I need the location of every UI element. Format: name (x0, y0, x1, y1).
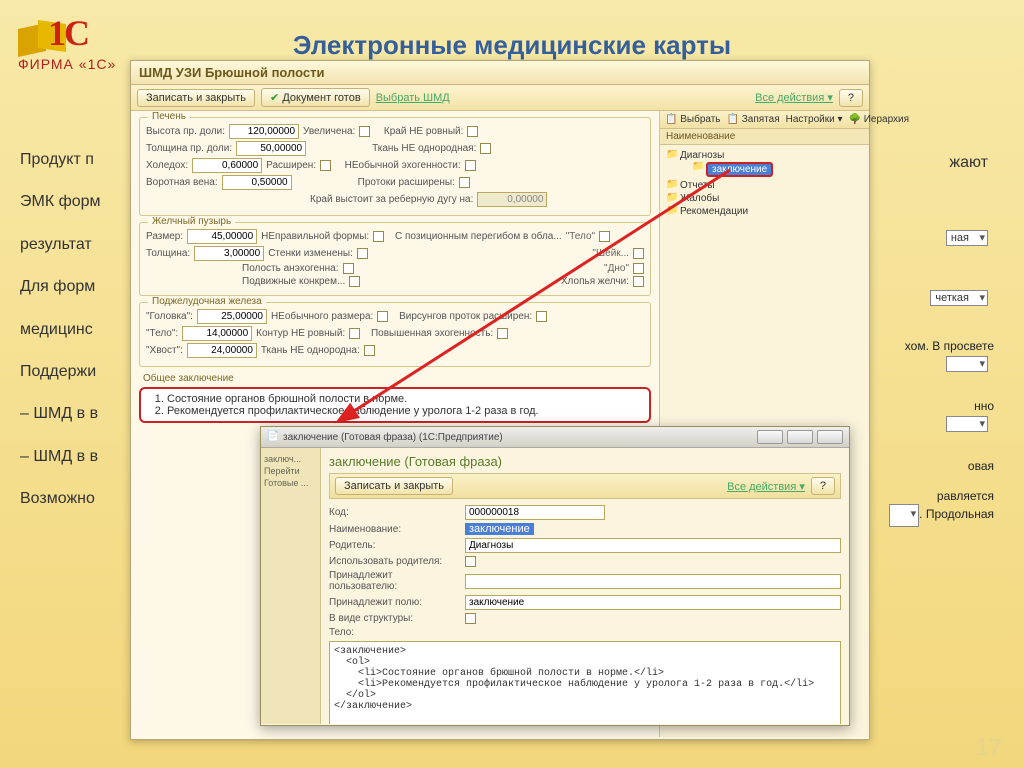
field-owner[interactable] (465, 574, 841, 589)
app-icon: 📄 (267, 431, 279, 443)
chk-z-nepr-forma[interactable] (373, 231, 384, 242)
tree-rekomendacii[interactable]: Рекомендации (666, 205, 863, 218)
conclusion-item-2: Рекомендуется профилактическое наблюдени… (167, 405, 641, 417)
toolbar-main: Записать и закрыть Документ готов Выбрат… (131, 85, 869, 111)
chk-z-anehog[interactable] (343, 263, 354, 274)
select-chetkaya[interactable]: четкая (930, 290, 988, 306)
group-pechen: Печень Высота пр. доли: Увеличена: Край … (139, 117, 651, 216)
chk-z-konkrem[interactable] (349, 276, 360, 287)
chk-kray-nerov[interactable] (467, 126, 478, 137)
minimize-button[interactable] (757, 430, 783, 444)
input-holedoh[interactable] (192, 158, 262, 173)
input-kray-za-reb[interactable] (477, 192, 547, 207)
w2-save-close-button[interactable]: Записать и закрыть (335, 477, 453, 495)
input-vys-pr-doli[interactable] (229, 124, 299, 139)
frag-prosvete: хом. В просвете (905, 336, 994, 356)
chk-pj-povysh-echo[interactable] (497, 328, 508, 339)
right-col-head: Наименование (660, 129, 869, 145)
tree-zaklyuchenie[interactable]: заключение (692, 161, 863, 178)
side-gotovye[interactable]: Готовые ... (264, 478, 317, 488)
maximize-button[interactable] (787, 430, 813, 444)
frag-ovaya: овая (968, 456, 994, 476)
field-name-highlight[interactable]: заключение (465, 523, 534, 535)
chk-uvelichena[interactable] (359, 126, 370, 137)
chk-neobych-echo[interactable] (465, 160, 476, 171)
select-blank-2[interactable] (946, 416, 988, 432)
window2-titlebar: 📄 заключение (Готовая фраза) (1С:Предпри… (261, 427, 849, 448)
input-vorotnaya[interactable] (222, 175, 292, 190)
save-close-button[interactable]: Записать и закрыть (137, 89, 255, 107)
window-zaklyuchenie-phrase: 📄 заключение (Готовая фраза) (1С:Предпри… (260, 426, 850, 726)
window2-heading: заключение (Готовая фраза) (329, 454, 841, 469)
chk-pj-tkan[interactable] (364, 345, 375, 356)
right-settings[interactable]: Настройки ▾ (786, 114, 843, 125)
all-actions-menu[interactable]: Все действия ▾ (755, 91, 833, 104)
choose-shmd-link[interactable]: Выбрать ШМД (376, 92, 450, 104)
group-zhelch: Желчный пузырь Размер: НЕправильной форм… (139, 222, 651, 296)
window2-sidebar: заключ... Перейти Готовые ... (261, 448, 321, 724)
group-label-zhelch: Желчный пузырь (148, 216, 235, 227)
doc-ready-button[interactable]: Документ готов (261, 88, 370, 107)
input-z-razmer[interactable] (187, 229, 257, 244)
right-tree[interactable]: Диагнозы заключение Отчеты Жалобы Рекоме… (660, 145, 869, 222)
field-parent[interactable] (465, 538, 841, 553)
frag-nno: нно (974, 396, 994, 416)
tree-zhaloby[interactable]: Жалобы (666, 192, 863, 205)
chk-z-sheyka[interactable] (633, 248, 644, 259)
right-hierarchy[interactable]: 🌳 Иерархия (848, 114, 909, 125)
input-pj-telo[interactable] (182, 326, 252, 341)
chk-pj-neobych[interactable] (377, 311, 388, 322)
conclusion-box: Состояние органов брюшной полости в норм… (139, 387, 651, 423)
body-xml-textarea[interactable]: <заключение> <ol> <li>Состояние органов … (329, 641, 841, 724)
window-title: ШМД УЗИ Брюшной полости (131, 61, 869, 85)
chk-use-parent[interactable] (465, 556, 476, 567)
fragment-zhaut: жают (949, 154, 988, 172)
input-pj-golovka[interactable] (197, 309, 267, 324)
conclusion-item-1: Состояние органов брюшной полости в норм… (167, 393, 641, 405)
chk-z-stenki[interactable] (357, 248, 368, 259)
side-zakl[interactable]: заключ... (264, 454, 317, 464)
input-pj-hvost[interactable] (187, 343, 257, 358)
window2-title: заключение (Готовая фраза) (1С:Предприят… (283, 432, 753, 443)
chk-rasshiren[interactable] (320, 160, 331, 171)
input-tol-pr-doli[interactable] (236, 141, 306, 156)
page-number: 17 (975, 734, 1002, 762)
right-comma[interactable]: 📋 Запятая (727, 114, 780, 125)
w2-all-actions[interactable]: Все действия ▾ (727, 480, 805, 493)
chk-pj-kontur[interactable] (349, 328, 360, 339)
field-code[interactable] (465, 505, 605, 520)
chk-z-peregib-telo[interactable] (599, 231, 610, 242)
chk-z-hlopya[interactable] (633, 276, 644, 287)
tree-otchety[interactable]: Отчеты (666, 179, 863, 192)
close-button[interactable] (817, 430, 843, 444)
field-belongs-to[interactable] (465, 595, 841, 610)
group-label-podzh: Поджелудочная железа (148, 296, 266, 307)
tree-diagnozy[interactable]: Диагнозы заключение (666, 149, 863, 179)
group-podzh: Поджелудочная железа "Головка": НЕобычно… (139, 302, 651, 367)
chk-protoki-rassh[interactable] (459, 177, 470, 188)
chk-z-dno[interactable] (633, 263, 644, 274)
chk-as-structure[interactable] (465, 613, 476, 624)
help-button[interactable]: ? (839, 89, 863, 107)
select-naya[interactable]: ная (946, 230, 988, 246)
group-conclusion-label: Общее заключение (143, 373, 651, 384)
input-z-tolshina[interactable] (194, 246, 264, 261)
select-blank-1[interactable] (946, 356, 988, 372)
group-label-pechen: Печень (148, 111, 190, 122)
select-blank-3[interactable] (889, 504, 919, 527)
chk-tkan-neodn[interactable] (480, 143, 491, 154)
side-pereiti[interactable]: Перейти (264, 466, 317, 476)
right-choose[interactable]: 📋 Выбрать (665, 114, 721, 125)
slide-title: Электронные медицинские карты (0, 30, 1024, 61)
w2-help-button[interactable]: ? (811, 477, 835, 495)
chk-pj-virsungov[interactable] (536, 311, 547, 322)
